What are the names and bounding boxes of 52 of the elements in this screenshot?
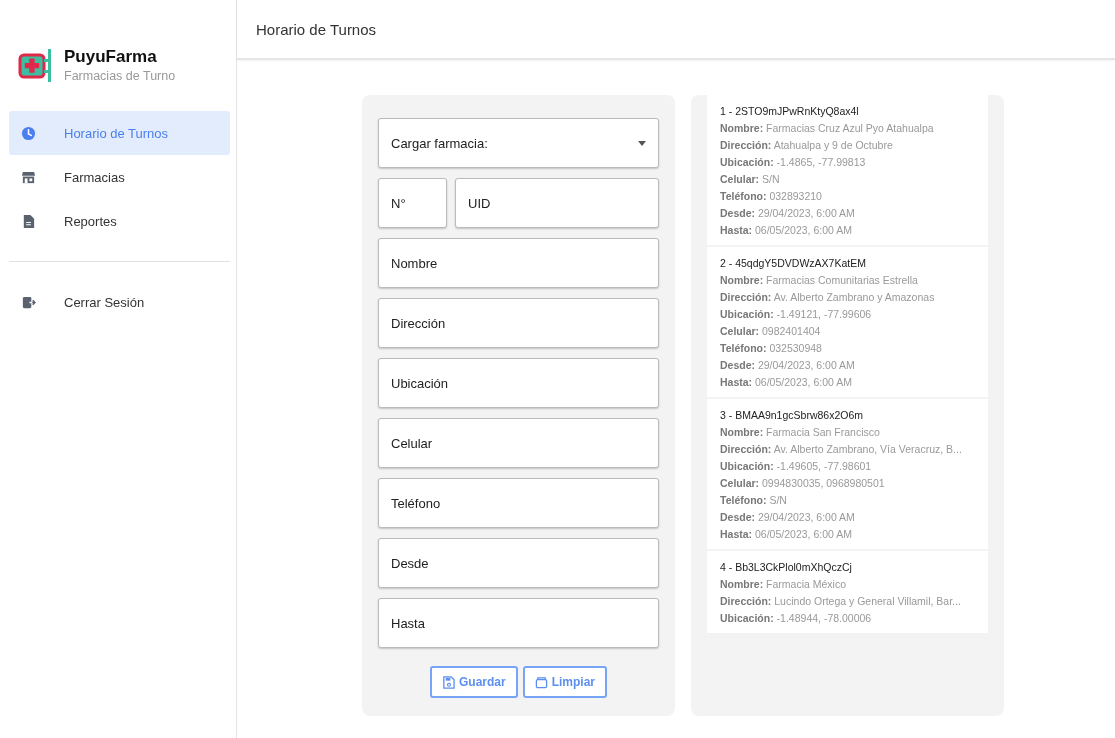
input-field[interactable]: Dirección <box>378 298 659 348</box>
record-detail: Celular: 0982401404 <box>720 325 822 337</box>
nav-item[interactable]: Reportes <box>9 199 230 243</box>
record-detail: Ubicación: -1.48944, -78.00006 <box>720 612 873 624</box>
record-detail: Ubicación: -1.49605, -77.98601 <box>720 460 873 472</box>
logout-item[interactable]: Cerrar Sesión <box>9 280 230 324</box>
page-title: Horario de Turnos <box>256 20 377 38</box>
clock-icon <box>21 125 36 141</box>
record-detail: Nombre: Farmacias Comunitarias Estrella <box>720 274 919 286</box>
pharmacy-logo-icon <box>18 47 54 83</box>
input-field[interactable]: Celular <box>378 418 659 468</box>
input-field[interactable]: Teléfono <box>378 478 659 528</box>
logout-icon <box>21 294 36 310</box>
record-title: 4 - Bb3L3CkPlol0mXhQczCj <box>720 561 853 573</box>
record-title: 3 - BMAA9n1gcSbrw86x2O6m <box>720 409 864 421</box>
record-detail: Nombre: Farmacias Cruz Azul Pyo Atahualpa <box>720 122 935 134</box>
record-detail: Desde: 29/04/2023, 6:00 AM <box>720 511 856 523</box>
record-detail: Ubicación: -1.4865, -77.99813 <box>720 156 867 168</box>
record-title: 2 - 45qdgY5DVDWzAX7KatEM <box>720 257 867 269</box>
record-detail: Teléfono: 032893210 <box>720 190 823 202</box>
record-title: 1 - 2STO9mJPwRnKtyQ8ax4l <box>720 105 860 117</box>
input-field[interactable]: Nombre <box>378 238 659 288</box>
record-detail: Dirección: Av. Alberto Zambrano, Vía Veracruz, B... <box>720 443 963 455</box>
input-field[interactable]: UID <box>455 178 659 228</box>
input-field[interactable]: Ubicación <box>378 358 659 408</box>
pharmacy-select[interactable]: Cargar farmacia: <box>378 118 659 168</box>
record-detail: Teléfono: 032530948 <box>720 342 823 354</box>
store-icon <box>21 169 36 185</box>
document-icon <box>21 213 36 229</box>
caret-icon <box>638 140 646 146</box>
input-field[interactable]: Hasta <box>378 598 659 648</box>
record-detail: Nombre: Farmacia San Francisco <box>720 426 881 438</box>
input-field[interactable]: N° <box>378 178 447 228</box>
app-name: PuyuFarma <box>64 47 158 67</box>
record-detail: Desde: 29/04/2023, 6:00 AM <box>720 359 856 371</box>
container-icon <box>534 675 548 689</box>
record-card[interactable]: 4 - Bb3L3CkPlol0mXhQczCj Nombre: Farmacia México Dirección: Lucindo Ortega y General Villamil, Bar... Ubicación: -1.48944, -78.00006 <box>707 551 988 633</box>
record-detail: Hasta: 06/05/2023, 6:00 AM <box>720 224 853 236</box>
record-detail: Ubicación: -1.49121, -77.99606 <box>720 308 873 320</box>
record-detail: Nombre: Farmacia México <box>720 578 848 590</box>
record-detail: Celular: S/N <box>720 173 781 185</box>
record-detail: Teléfono: S/N <box>720 494 788 506</box>
record-detail: Hasta: 06/05/2023, 6:00 AM <box>720 528 853 540</box>
record-detail: Dirección: Av. Alberto Zambrano y Amazonas <box>720 291 936 303</box>
record-detail: Dirección: Lucindo Ortega y General Villamil, Bar... <box>720 595 962 607</box>
record-detail: Dirección: Atahualpa y 9 de Octubre <box>720 139 894 151</box>
nav-item[interactable]: Farmacias <box>9 155 230 199</box>
app-subtitle: Farmacias de Turno <box>64 69 176 83</box>
record-detail: Hasta: 06/05/2023, 6:00 AM <box>720 376 853 388</box>
input-field[interactable]: Desde <box>378 538 659 588</box>
record-detail: Celular: 0994830035, 0968980501 <box>720 477 886 489</box>
record-detail: Desde: 29/04/2023, 6:00 AM <box>720 207 856 219</box>
